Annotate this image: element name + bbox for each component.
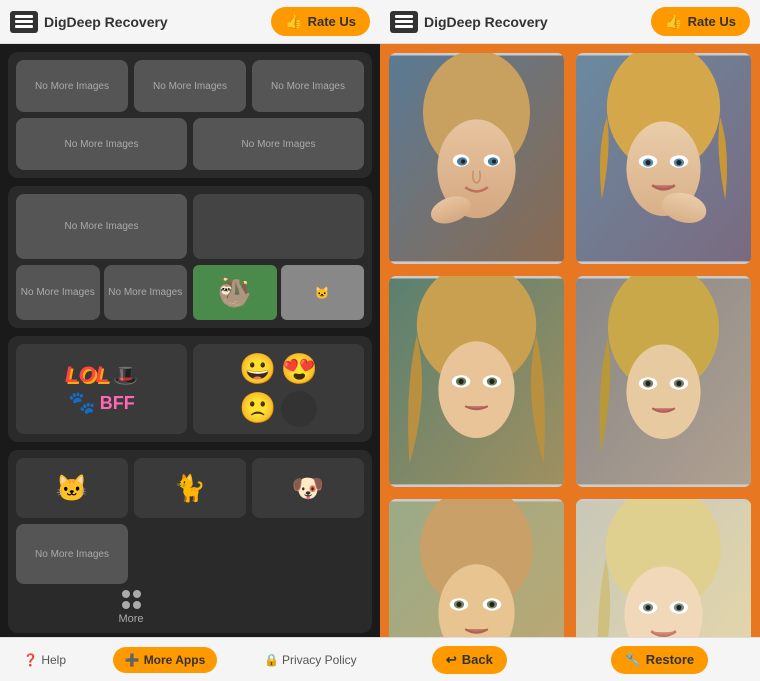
photo-face-2	[576, 53, 751, 264]
left-header-left: DigDeep Recovery	[10, 11, 168, 33]
dot-1	[122, 590, 130, 598]
rate-us-button-left[interactable]: 👍 Rate Us	[271, 7, 370, 36]
dot-2	[133, 590, 141, 598]
photo-cell-4[interactable]	[573, 273, 754, 490]
photo-row-1	[386, 50, 754, 267]
left-content: No More Images No More Images No More Im…	[0, 44, 380, 637]
bff-text: BFF	[100, 393, 135, 414]
emoji-sad: 🙁	[239, 391, 276, 427]
empty-cell	[193, 194, 364, 259]
thumbs-up-icon-right: 👍	[665, 13, 682, 30]
more-apps-icon: ➕	[125, 653, 140, 667]
no-more-cell-3: No More Images	[252, 60, 364, 112]
photo-row-3	[386, 496, 754, 637]
dumpster-img-1: 🦥	[193, 265, 277, 320]
stickers-section: LOL 🎩 🐾 BFF 😀 😍 🙁	[8, 336, 372, 442]
more-apps-button[interactable]: ➕ More Apps	[113, 647, 218, 673]
more-indicator: More	[16, 590, 246, 625]
dot-3	[122, 601, 130, 609]
photo-face-4	[576, 276, 751, 487]
photo-face-1	[389, 53, 564, 264]
left-panel: DigDeep Recovery 👍 Rate Us No More Image…	[0, 0, 380, 681]
lol-text: LOL	[65, 362, 109, 388]
no-more-cell-5: No More Images	[193, 118, 364, 170]
no-more-cell-2: No More Images	[134, 60, 246, 112]
no-more-cell-8: No More Images	[104, 265, 188, 320]
dot-4	[133, 601, 141, 609]
no-more-cell-1: No More Images	[16, 60, 128, 112]
photo-cell-1[interactable]	[386, 50, 567, 267]
photo-cell-5[interactable]	[386, 496, 567, 637]
emoji-sticker-cell: 😀 😍 🙁	[193, 344, 364, 434]
more-dots	[122, 590, 141, 609]
emoji-grid: 😀 😍 🙁	[235, 348, 322, 431]
dumpster-img-2: 🐱	[281, 265, 365, 320]
right-footer: ↩ Back 🔧 Restore	[380, 637, 760, 681]
right-header-left: DigDeep Recovery	[390, 11, 548, 33]
app-icon-left	[10, 11, 38, 33]
photo-face-6	[576, 499, 751, 637]
right-panel: DigDeep Recovery 👍 Rate Us	[380, 0, 760, 681]
app-title-left: DigDeep Recovery	[44, 14, 168, 30]
no-more-cell-4: No More Images	[16, 118, 187, 170]
photo-row-2	[386, 273, 754, 490]
back-icon: ↩	[446, 652, 457, 668]
photo-cell-3[interactable]	[386, 273, 567, 490]
app-icon-right	[390, 11, 418, 33]
right-header: DigDeep Recovery 👍 Rate Us	[380, 0, 760, 44]
back-button[interactable]: ↩ Back	[432, 646, 507, 674]
right-content	[380, 44, 760, 637]
privacy-button[interactable]: 🔒 Privacy Policy	[264, 653, 357, 667]
app-title-right: DigDeep Recovery	[424, 14, 548, 30]
lol-bff-sticker-cell: LOL 🎩 🐾 BFF	[16, 344, 187, 434]
top-row-3: No More Images No More Images No More Im…	[16, 60, 364, 112]
photo-cell-6[interactable]	[573, 496, 754, 637]
emoji-happy: 😀	[239, 352, 276, 387]
bottom-sticker-dog: 🐶	[252, 458, 364, 518]
bottom-sticker-cat: 🐱	[16, 458, 128, 518]
no-more-cell-6: No More Images	[16, 194, 187, 259]
emoji-love: 😍	[281, 352, 318, 387]
help-icon: ❓	[23, 653, 38, 667]
sombrero-emoji: 🎩	[113, 363, 138, 388]
help-button[interactable]: ❓ Help	[23, 653, 66, 667]
photo-cell-2[interactable]	[573, 50, 754, 267]
privacy-icon: 🔒	[264, 653, 279, 667]
top-grid-section: No More Images No More Images No More Im…	[8, 52, 372, 178]
left-header: DigDeep Recovery 👍 Rate Us	[0, 0, 380, 44]
emoji-dark-circle	[281, 391, 317, 427]
no-more-cell-7: No More Images	[16, 265, 100, 320]
more-text: More	[118, 613, 143, 625]
bottom-stickers-section: 🐱 🐈 🐶 No More Images More	[8, 450, 372, 633]
photo-face-5	[389, 499, 564, 637]
top-row-2: No More Images No More Images	[16, 118, 364, 170]
restore-button[interactable]: 🔧 Restore	[611, 646, 709, 674]
dumpster-section: No More Images No More Images No More Im…	[8, 186, 372, 328]
no-more-cell-bottom: No More Images	[16, 524, 128, 584]
left-footer: ❓ Help ➕ More Apps 🔒 Privacy Policy	[0, 637, 380, 681]
photo-face-3	[389, 276, 564, 487]
thumbs-up-icon-left: 👍	[285, 13, 302, 30]
bottom-sticker-cat2: 🐈	[134, 458, 246, 518]
restore-icon: 🔧	[625, 652, 641, 668]
rate-us-button-right[interactable]: 👍 Rate Us	[651, 7, 750, 36]
lol-bff-content: LOL 🎩 🐾 BFF	[65, 362, 138, 416]
